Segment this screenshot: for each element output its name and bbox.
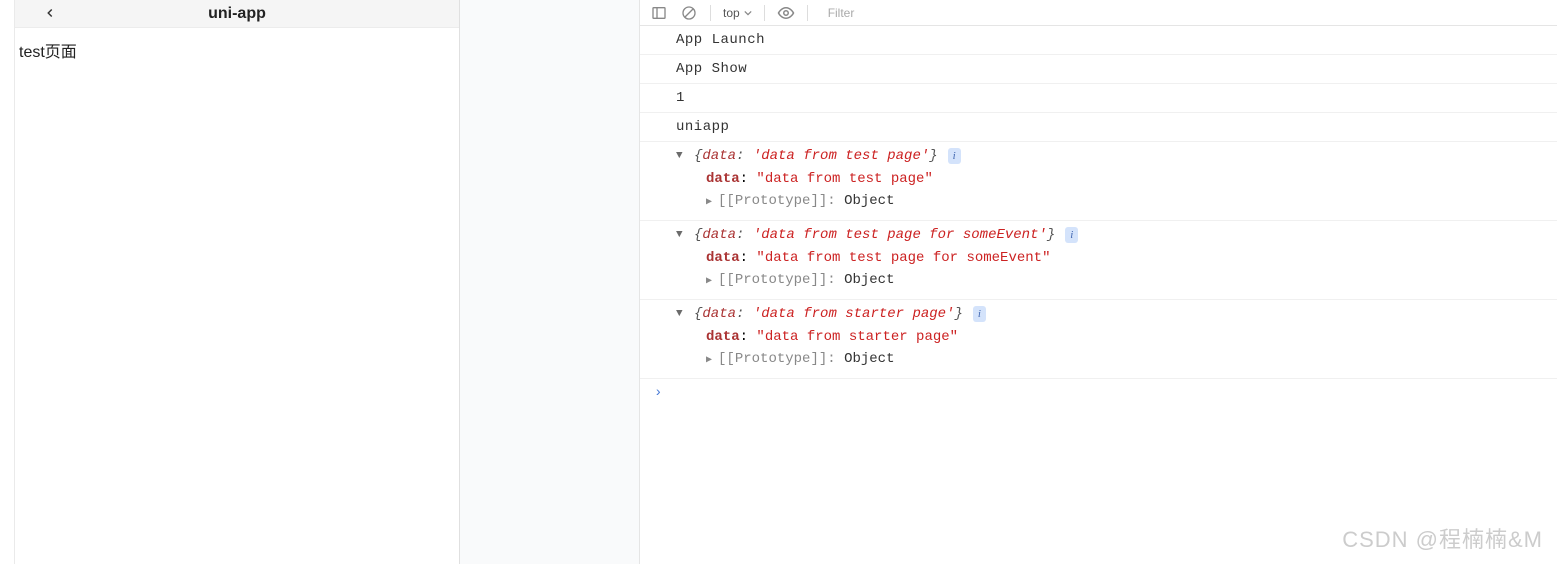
object-preview: {data: 'data from test page'} [694, 148, 938, 164]
object-property: data: "data from starter page" [706, 326, 1543, 348]
clear-console-icon[interactable] [680, 4, 698, 22]
filter-input[interactable]: Filter [820, 6, 1547, 20]
info-badge-icon[interactable]: i [948, 148, 961, 164]
object-preview: {data: 'data from starter page'} [694, 306, 963, 322]
sidebar-toggle-icon[interactable] [650, 4, 668, 22]
disclosure-triangle-icon[interactable]: ▼ [676, 229, 688, 241]
disclosure-triangle-icon[interactable]: ▼ [676, 150, 688, 162]
console-log[interactable]: App Launch [640, 26, 1557, 55]
object-prototype[interactable]: ▶[[Prototype]]: Object [706, 348, 1543, 372]
object-prototype[interactable]: ▶[[Prototype]]: Object [706, 190, 1543, 214]
object-property: data: "data from test page for someEvent… [706, 247, 1543, 269]
disclosure-triangle-icon[interactable]: ▼ [676, 308, 688, 320]
console-log[interactable]: 1 [640, 84, 1557, 113]
console-object[interactable]: ▼ {data: 'data from test page'} i data: … [640, 142, 1557, 221]
simulator-header: uni-app [15, 0, 459, 28]
console-log[interactable]: uniapp [640, 113, 1557, 142]
console-object[interactable]: ▼ {data: 'data from starter page'} i dat… [640, 300, 1557, 379]
console-toolbar: top Filter [640, 0, 1557, 26]
simulator-panel: uni-app test页面 [15, 0, 460, 564]
context-selector[interactable]: top [723, 6, 752, 20]
console-log[interactable]: App Show [640, 55, 1557, 84]
object-preview: {data: 'data from test page for someEven… [694, 227, 1055, 243]
info-badge-icon[interactable]: i [973, 306, 986, 322]
info-badge-icon[interactable]: i [1065, 227, 1078, 243]
app-title: uni-app [15, 5, 459, 23]
back-icon[interactable] [43, 5, 57, 23]
console-output: App Launch App Show 1 uniapp ▼ {data: 'd… [640, 26, 1557, 564]
eye-icon[interactable] [777, 4, 795, 22]
object-prototype[interactable]: ▶[[Prototype]]: Object [706, 269, 1543, 293]
console-object[interactable]: ▼ {data: 'data from test page for someEv… [640, 221, 1557, 300]
console-prompt[interactable]: › [640, 379, 1557, 407]
devtools-panel: top Filter App Launch App Show 1 uniapp … [640, 0, 1557, 564]
page-content-text: test页面 [15, 38, 459, 62]
gap-panel [460, 0, 640, 564]
simulator-body: test页面 [15, 28, 459, 62]
object-property: data: "data from test page" [706, 168, 1543, 190]
